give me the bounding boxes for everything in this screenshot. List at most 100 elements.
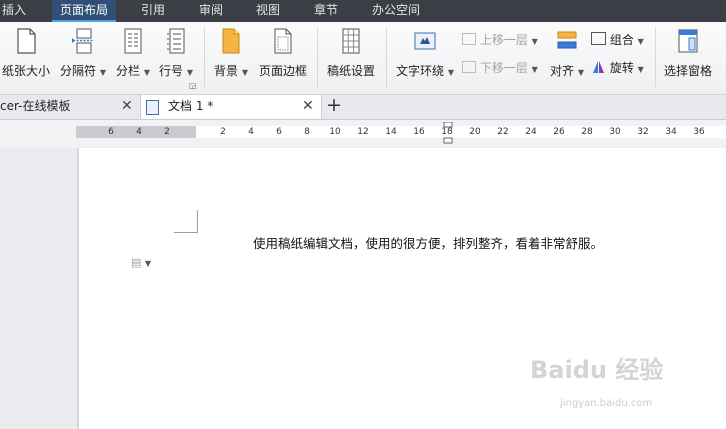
ruler-tick-label: 22 xyxy=(497,127,509,137)
page-border-icon xyxy=(274,28,292,54)
ruler-tick-label: 4 xyxy=(248,127,254,137)
bring-forward-label: 上移一层 xyxy=(479,33,528,47)
menu-references[interactable]: 引用 xyxy=(141,0,165,22)
ruler-tick-label: 4 xyxy=(136,127,142,137)
ruler-tick-label: 32 xyxy=(637,127,649,137)
line-numbers-icon xyxy=(167,28,185,54)
chevron-down-icon: ▼ xyxy=(99,68,106,77)
page-border-label: 页面边框 xyxy=(258,64,307,78)
ruler-tick-label: 34 xyxy=(665,127,677,137)
manuscript-settings-label: 稿纸设置 xyxy=(326,64,375,78)
tab-document-1[interactable]: 文档 1 * ✕ xyxy=(140,95,322,119)
document-page[interactable]: 使用稿纸编辑文档，使用的很方便，排列整齐，看着非常舒服。 ▤ ▼ xyxy=(78,148,726,429)
page-border-button[interactable]: 页面边框 xyxy=(256,26,310,92)
paper-size-icon xyxy=(17,28,36,54)
rotate-label: 旋转 xyxy=(609,61,634,75)
ruler-tick-label: 28 xyxy=(581,127,593,137)
send-backward-icon xyxy=(462,61,476,73)
group-label: 组合 xyxy=(609,33,634,47)
chevron-down-icon: ▼ xyxy=(577,68,584,77)
ruler-tick-label: 12 xyxy=(357,127,369,137)
menu-insert[interactable]: 插入 xyxy=(2,0,26,22)
ribbon-separator xyxy=(204,28,205,88)
word-doc-icon xyxy=(146,100,159,115)
chevron-down-icon: ▼ xyxy=(637,37,644,46)
menu-chapter[interactable]: 章节 xyxy=(314,0,338,22)
chevron-down-icon: ▼ xyxy=(186,68,193,77)
columns-icon xyxy=(124,28,142,54)
text-wrap-label: 文字环绕 xyxy=(396,64,445,78)
ribbon-separator xyxy=(655,28,656,88)
send-backward-label: 下移一层 xyxy=(479,61,528,75)
close-icon[interactable]: ✕ xyxy=(302,95,314,118)
chevron-down-icon: ▼ xyxy=(143,68,150,77)
tab-label: cer-在线模板 xyxy=(0,99,71,113)
document-canvas: 使用稿纸编辑文档，使用的很方便，排列整齐，看着非常舒服。 ▤ ▼ xyxy=(0,148,726,429)
page-break-icon xyxy=(72,28,93,54)
watermark-url: jingyan.baidu.com xyxy=(560,398,653,409)
separator-label: 分隔符 xyxy=(60,64,97,78)
ribbon: 纸张大小 分隔符 ▼ 分栏 ▼ 行号 ▼ ◲ 背景 ▼ 页面边框 稿纸设置 文字… xyxy=(0,22,726,95)
ruler-tick-label: 24 xyxy=(525,127,537,137)
menu-page-layout[interactable]: 页面布局 xyxy=(52,0,117,22)
ruler-tick-label: 20 xyxy=(469,127,481,137)
paragraph-format-icon[interactable]: ▤ ▼ xyxy=(131,256,151,269)
new-tab-button[interactable]: + xyxy=(326,94,342,116)
columns-label: 分栏 xyxy=(116,64,141,78)
selection-pane-button[interactable]: 选择窗格 xyxy=(661,26,715,92)
send-backward-button[interactable]: 下移一层 ▼ xyxy=(462,59,538,77)
ruler-tick-label: 10 xyxy=(329,127,341,137)
chevron-down-icon: ▼ xyxy=(144,259,152,268)
chevron-down-icon: ▼ xyxy=(447,68,454,77)
menu-office-space[interactable]: 办公空间 xyxy=(372,0,420,22)
ribbon-separator xyxy=(386,28,387,88)
bring-forward-button[interactable]: 上移一层 ▼ xyxy=(462,31,538,49)
line-numbers-label: 行号 xyxy=(159,64,184,78)
paper-size-button[interactable]: 纸张大小 xyxy=(0,26,52,92)
ruler-tick-label: 14 xyxy=(385,127,397,137)
menu-view[interactable]: 视图 xyxy=(256,0,280,22)
chevron-down-icon: ▼ xyxy=(531,65,538,74)
ruler-tick-label: 2 xyxy=(164,127,170,137)
align-label: 对齐 xyxy=(550,64,575,78)
chevron-down-icon: ▼ xyxy=(531,37,538,46)
group-button[interactable]: 组合 ▼ xyxy=(591,31,644,49)
document-tab-bar: cer-在线模板 ✕ 文档 1 * ✕ + xyxy=(0,94,726,120)
manuscript-grid-icon xyxy=(342,28,360,54)
paper-size-label: 纸张大小 xyxy=(1,64,50,78)
background-label: 背景 xyxy=(214,64,239,78)
ruler-tick-label: 2 xyxy=(220,127,226,137)
tab-online-templates[interactable]: cer-在线模板 ✕ xyxy=(0,95,140,119)
ruler-tick-label: 6 xyxy=(276,127,282,137)
background-button[interactable]: 背景 ▼ xyxy=(210,26,252,92)
separator-button[interactable]: 分隔符 ▼ xyxy=(58,26,108,92)
close-icon[interactable]: ✕ xyxy=(121,95,133,118)
text-wrap-button[interactable]: 文字环绕 ▼ xyxy=(394,26,456,92)
text-wrap-icon xyxy=(414,32,436,50)
document-body-text[interactable]: 使用稿纸编辑文档，使用的很方便，排列整齐，看着非常舒服。 xyxy=(253,233,603,252)
bring-forward-icon xyxy=(462,33,476,45)
dialog-launcher-icon[interactable]: ◲ xyxy=(189,81,197,90)
rotate-icon xyxy=(593,61,604,73)
manuscript-settings-button[interactable]: 稿纸设置 xyxy=(324,26,378,92)
menu-review[interactable]: 审阅 xyxy=(199,0,223,22)
selection-pane-icon xyxy=(678,29,698,53)
horizontal-ruler[interactable]: 6 4 2 2 4 6 8 10 12 14 16 18 20 22 24 26 28 30 32 34 36 xyxy=(0,120,726,148)
ruler-tick-label: 36 xyxy=(693,127,705,137)
ruler-tick-label: 16 xyxy=(413,127,425,137)
selection-pane-label: 选择窗格 xyxy=(663,64,712,78)
group-icon xyxy=(591,32,606,45)
margin-corner-marker xyxy=(174,210,198,233)
menu-bar: 插入 页面布局 引用 审阅 视图 章节 办公空间 xyxy=(0,0,726,22)
background-icon xyxy=(222,28,240,54)
ruler-tick-label: 8 xyxy=(304,127,310,137)
rotate-button[interactable]: 旋转 ▼ xyxy=(591,59,644,77)
tab-label: 文档 1 * xyxy=(168,99,214,113)
align-icon xyxy=(557,31,577,49)
columns-button[interactable]: 分栏 ▼ xyxy=(112,26,154,92)
chevron-down-icon: ▼ xyxy=(637,65,644,74)
indent-marker-icon[interactable] xyxy=(443,122,453,144)
align-button[interactable]: 对齐 ▼ xyxy=(547,26,587,92)
chevron-down-icon: ▼ xyxy=(241,68,248,77)
ruler-tick-label: 30 xyxy=(609,127,621,137)
